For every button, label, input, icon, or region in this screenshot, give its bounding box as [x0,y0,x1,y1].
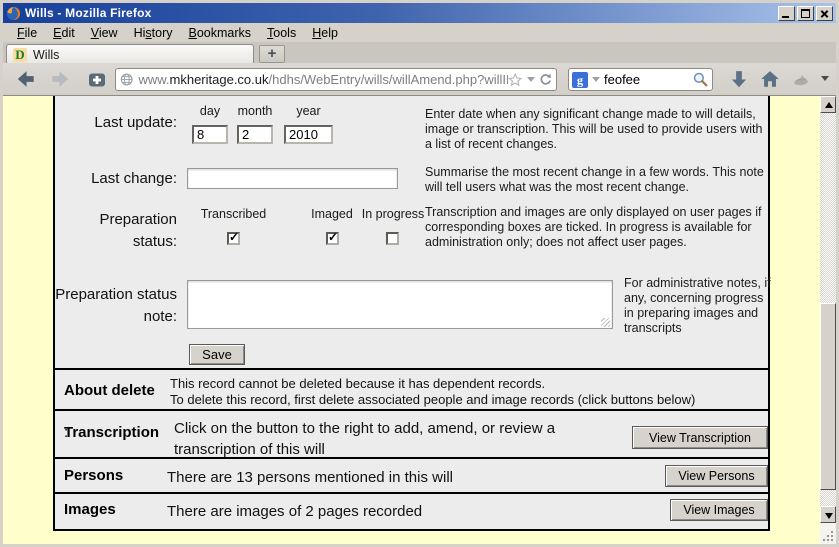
menu-bar: File Edit View History Bookmarks Tools H… [3,23,836,42]
url-input[interactable]: www.mkheritage.co.uk/hdhs/WebEntry/wills… [138,72,508,87]
month-label: month [233,104,277,118]
in-progress-label: In progress [355,207,431,221]
downloads-icon[interactable] [728,68,750,90]
day-label: day [192,104,228,118]
section-divider [55,457,768,459]
home-icon[interactable] [759,68,781,90]
last-update-help: Enter date when any significant change m… [425,107,769,152]
view-images-button[interactable]: View Images [670,499,768,521]
menu-file[interactable]: File [9,24,45,42]
scroll-up-button[interactable] [820,96,836,113]
browser-window: Wills - Mozilla Firefox File Edit View H… [0,0,839,547]
search-go-icon[interactable] [692,71,709,88]
year-label: year [284,104,333,118]
titlebar[interactable]: Wills - Mozilla Firefox [3,3,836,23]
last-change-input[interactable] [187,168,398,189]
images-text: There are images of 2 pages recorded [167,501,647,522]
tab-label: Wills [33,48,59,62]
transcribed-checkbox[interactable] [227,232,240,245]
imaged-checkbox[interactable] [326,232,339,245]
preparation-status-note-label: Preparation status note: [55,284,177,328]
transcribed-label: Transcribed [191,207,276,221]
back-button-icon[interactable] [15,68,37,90]
about-delete-line1: This record cannot be deleted because it… [170,376,760,391]
section-divider [55,409,768,411]
year-input[interactable] [284,125,333,144]
preparation-status-label: Preparation status: [55,209,177,253]
navigation-toolbar: www.mkheritage.co.uk/hdhs/WebEntry/wills… [3,63,836,96]
day-input[interactable] [192,125,228,144]
section-divider [55,368,768,370]
bookmark-star-icon[interactable] [508,72,522,88]
search-bar[interactable]: g [568,68,713,91]
globe-icon [120,72,133,87]
menu-history[interactable]: History [126,24,181,42]
window-resize-grip[interactable] [820,523,836,544]
maximize-icon [801,9,810,18]
menu-view[interactable]: View [83,24,126,42]
scroll-up-icon [825,102,833,108]
menu-help[interactable]: Help [304,24,346,42]
scrollbar-thumb[interactable] [820,303,836,490]
menu-edit[interactable]: Edit [45,24,83,42]
minimize-icon [782,16,789,18]
vertical-scrollbar[interactable] [820,96,836,544]
url-bar[interactable]: www.mkheritage.co.uk/hdhs/WebEntry/wills… [115,68,557,91]
tab-bar: D Wills + [3,42,836,63]
view-transcription-button[interactable]: View Transcription [632,426,768,449]
new-tab-button[interactable]: + [259,45,285,63]
imaged-label: Imaged [302,207,362,221]
transcription-text: Click on the button to the right to add,… [174,418,619,460]
about-delete-line2: To delete this record, first delete asso… [170,392,760,407]
window-title: Wills - Mozilla Firefox [25,6,778,20]
search-engine-dropdown-icon[interactable] [592,77,600,82]
preparation-status-help: Transcription and images are only displa… [425,205,771,250]
scroll-down-icon [825,513,833,519]
maximize-button[interactable] [797,6,814,21]
in-progress-checkbox[interactable] [386,232,399,245]
last-update-label: Last update: [55,114,177,131]
google-engine-icon[interactable]: g [572,72,588,88]
forward-button-icon[interactable] [49,68,71,90]
preparation-status-note-textarea[interactable] [187,280,613,329]
last-change-label: Last change: [55,170,177,187]
menu-bookmarks[interactable]: Bookmarks [181,24,260,42]
persons-text: There are 13 persons mentioned in this w… [167,467,647,488]
section-divider [55,492,768,494]
reload-icon[interactable] [539,72,552,87]
svg-text:g: g [577,73,584,87]
about-delete-heading: About delete [64,382,155,399]
close-button[interactable] [816,6,833,21]
will-form-panel: Last update: day month year Enter date w… [53,96,770,531]
inactive-addon-icon[interactable] [791,68,811,90]
site-favicon: D [13,48,27,62]
last-change-help: Summarise the most recent change in a fe… [425,165,769,195]
search-input[interactable] [604,72,692,87]
page-viewport: Last update: day month year Enter date w… [3,96,836,544]
scroll-down-button[interactable] [820,506,836,523]
add-page-icon[interactable] [87,68,107,90]
firefox-icon [6,6,21,21]
tab-wills[interactable]: D Wills [6,44,254,64]
menu-tools[interactable]: Tools [259,24,304,42]
preparation-status-note-help: For administrative notes, if any, concer… [624,276,771,336]
textarea-resize-grip[interactable] [601,318,610,327]
view-persons-button[interactable]: View Persons [665,465,768,487]
month-input[interactable] [237,125,273,144]
url-dropdown-icon[interactable] [527,77,535,82]
save-button[interactable]: Save [189,344,245,365]
toolbar-overflow-chevron-icon[interactable] [821,76,829,81]
minimize-button[interactable] [778,6,795,21]
